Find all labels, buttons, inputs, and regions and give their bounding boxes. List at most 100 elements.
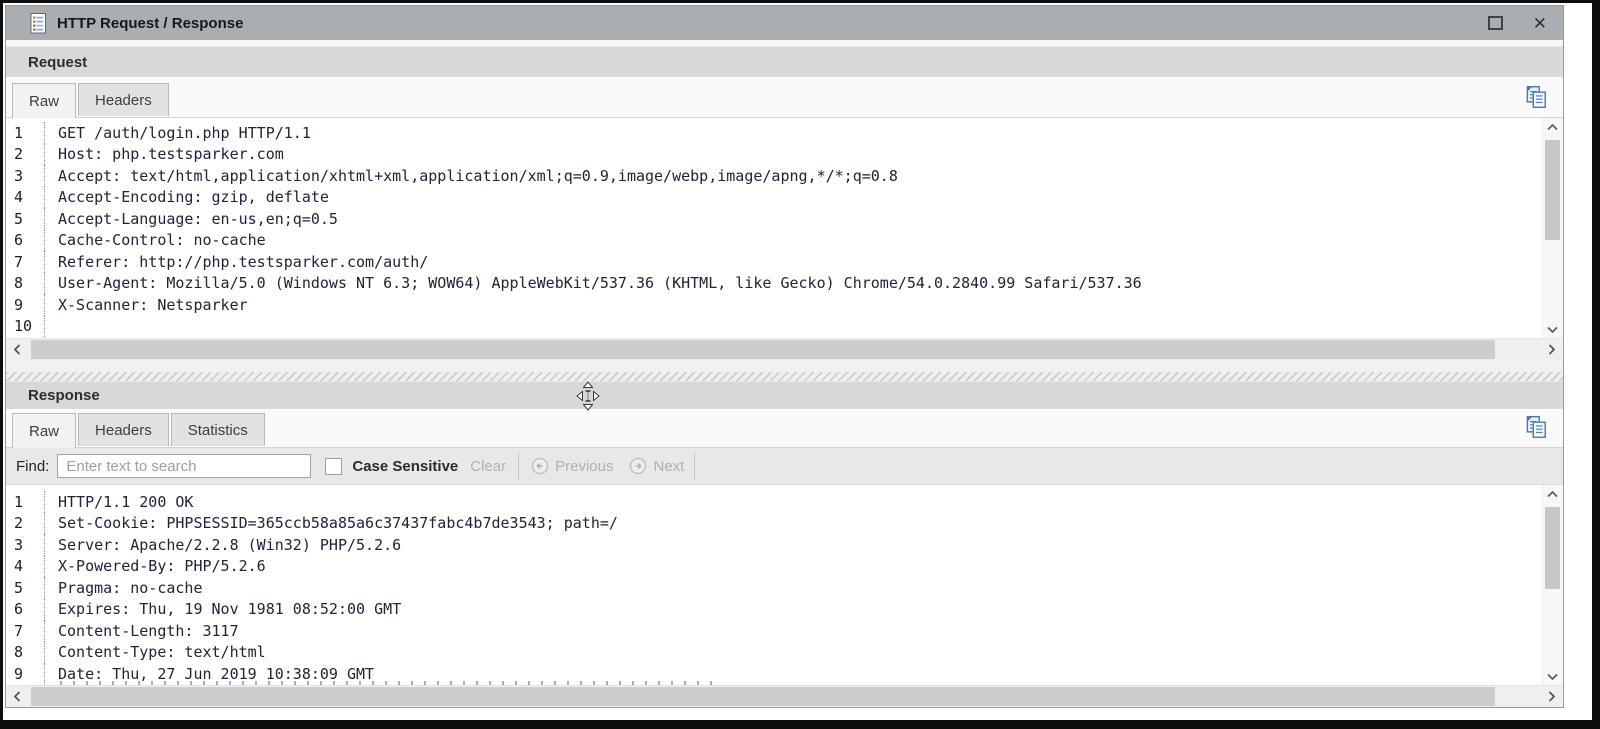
window-title: HTTP Request / Response xyxy=(57,14,244,32)
request-tabstrip: Raw Headers xyxy=(6,77,1563,118)
scroll-down-icon[interactable] xyxy=(1543,320,1562,338)
response-code-row: 2 Set-Cookie: PHPSESSID=365ccb58a85a6c37… xyxy=(6,512,1542,534)
response-horizontal-scrollbar[interactable] xyxy=(6,685,1563,707)
response-tab[interactable]: Statistics xyxy=(170,413,265,446)
response-raw-editor[interactable]: 1 HTTP/1.1 200 OK 2 Set-Cookie: PHPSESSI… xyxy=(6,485,1563,685)
line-number: 9 xyxy=(14,664,24,683)
code-text: HTTP/1.1 200 OK xyxy=(44,491,1542,513)
line-number: 6 xyxy=(14,231,24,250)
response-hscroll-thumb[interactable] xyxy=(31,687,1495,706)
request-vertical-scrollbar[interactable] xyxy=(1542,118,1562,338)
request-code-row: 1 GET /auth/login.php HTTP/1.1 xyxy=(6,122,1542,144)
request-tab[interactable]: Headers xyxy=(78,83,169,116)
code-text: X-Scanner: Netsparker xyxy=(44,294,1542,316)
request-tab[interactable]: Raw xyxy=(12,83,77,118)
scroll-right-icon[interactable] xyxy=(1540,686,1562,707)
request-horizontal-scrollbar[interactable] xyxy=(6,338,1563,360)
previous-button[interactable]: Previous xyxy=(531,457,613,475)
case-sensitive-checkbox[interactable] xyxy=(325,457,343,475)
request-section-label: Request xyxy=(28,53,88,71)
response-code-row: 6 Expires: Thu, 19 Nov 1981 08:52:00 GMT xyxy=(6,598,1542,620)
request-code-row: 6 Cache-Control: no-cache xyxy=(6,229,1542,251)
response-code-row: 3 Server: Apache/2.2.8 (Win32) PHP/5.2.6 xyxy=(6,534,1542,556)
code-text: X-Powered-By: PHP/5.2.6 xyxy=(44,555,1542,577)
request-code-row: 8 User-Agent: Mozilla/5.0 (Windows NT 6.… xyxy=(6,272,1542,294)
request-lines: 1 GET /auth/login.php HTTP/1.1 2 Host: p… xyxy=(6,122,1542,337)
next-circle-arrow-icon xyxy=(630,457,647,475)
line-number: 10 xyxy=(14,317,33,336)
find-label: Find: xyxy=(16,457,50,475)
line-number: 8 xyxy=(14,274,24,293)
code-text: Accept: text/html,application/xhtml+xml,… xyxy=(44,165,1542,187)
line-number: 9 xyxy=(14,295,24,314)
case-sensitive-label: Case Sensitive xyxy=(352,457,459,475)
scroll-up-icon[interactable] xyxy=(1543,118,1562,136)
code-text: Content-Length: 3117 xyxy=(44,620,1542,642)
code-text: Expires: Thu, 19 Nov 1981 08:52:00 GMT xyxy=(44,598,1542,620)
screenshot-frame: HTTP Request / Response ✕ Request Raw Hea… xyxy=(0,0,1600,729)
request-code-row: 2 Host: php.testsparker.com xyxy=(6,143,1542,165)
response-tab[interactable]: Headers xyxy=(78,413,169,446)
line-number: 5 xyxy=(14,578,24,597)
code-text: Cache-Control: no-cache xyxy=(44,229,1542,251)
code-text: Pragma: no-cache xyxy=(44,577,1542,599)
previous-circle-arrow-icon xyxy=(531,457,549,475)
find-bar: Find: Case Sensitive Clear Previous Next xyxy=(6,448,1563,485)
next-label: Next xyxy=(653,457,685,475)
response-code-row: 5 Pragma: no-cache xyxy=(6,577,1542,599)
line-number: 4 xyxy=(14,557,24,576)
request-code-row: 7 Referer: http://php.testsparker.com/au… xyxy=(6,251,1542,273)
response-section-label: Response xyxy=(28,387,100,404)
response-code-row: 8 Content-Type: text/html xyxy=(6,641,1542,663)
line-number: 4 xyxy=(14,188,24,207)
find-input[interactable] xyxy=(57,454,312,478)
scroll-down-icon[interactable] xyxy=(1543,667,1562,685)
code-text xyxy=(44,315,1542,337)
response-code-row: 7 Content-Length: 3117 xyxy=(6,620,1542,642)
line-number: 1 xyxy=(14,123,24,142)
response-tabstrip: Raw Headers Statistics xyxy=(6,409,1563,448)
scroll-left-icon[interactable] xyxy=(6,686,28,707)
code-text: Referer: http://php.testsparker.com/auth… xyxy=(44,251,1542,273)
response-code-row: 4 X-Powered-By: PHP/5.2.6 xyxy=(6,555,1542,577)
response-vertical-scrollbar[interactable] xyxy=(1542,485,1562,685)
close-button[interactable]: ✕ xyxy=(1533,15,1547,32)
next-button[interactable]: Next xyxy=(629,457,684,475)
findbar-separator xyxy=(694,452,696,480)
code-text: Accept-Encoding: gzip, deflate xyxy=(44,186,1542,208)
request-vscroll-thumb[interactable] xyxy=(1545,140,1560,240)
line-number: 5 xyxy=(14,209,24,228)
copy-request-button[interactable] xyxy=(1523,84,1549,110)
line-number: 7 xyxy=(14,621,24,640)
code-text: Content-Type: text/html xyxy=(44,641,1542,663)
clear-button[interactable]: Clear xyxy=(470,458,506,475)
code-text: Set-Cookie: PHPSESSID=365ccb58a85a6c3743… xyxy=(44,512,1542,534)
request-hscroll-thumb[interactable] xyxy=(31,340,1495,359)
code-text: Accept-Language: en-us,en;q=0.5 xyxy=(44,208,1542,230)
request-tabs: Raw Headers xyxy=(12,83,171,118)
response-tabs: Raw Headers Statistics xyxy=(12,413,267,448)
response-lines: 1 HTTP/1.1 200 OK 2 Set-Cookie: PHPSESSI… xyxy=(6,491,1542,685)
response-code-row: 1 HTTP/1.1 200 OK xyxy=(6,491,1542,513)
request-code-row: 5 Accept-Language: en-us,en;q=0.5 xyxy=(6,208,1542,230)
request-raw-editor[interactable]: 1 GET /auth/login.php HTTP/1.1 2 Host: p… xyxy=(6,118,1563,338)
scroll-right-icon[interactable] xyxy=(1540,339,1562,360)
scroll-left-icon[interactable] xyxy=(6,339,28,360)
response-tab[interactable]: Raw xyxy=(12,413,77,448)
line-number: 7 xyxy=(14,252,24,271)
line-number: 2 xyxy=(14,145,24,164)
panel-gap xyxy=(6,360,1563,372)
scroll-up-icon[interactable] xyxy=(1543,485,1562,503)
copy-response-button[interactable] xyxy=(1523,414,1549,440)
http-request-response-window: HTTP Request / Response ✕ Request Raw Hea… xyxy=(5,5,1564,708)
code-text: Host: php.testsparker.com xyxy=(44,143,1542,165)
response-vscroll-thumb[interactable] xyxy=(1545,507,1560,589)
maximize-button[interactable] xyxy=(1487,16,1503,30)
request-section-header: Request xyxy=(6,46,1563,77)
line-number: 1 xyxy=(14,492,24,511)
code-text: Server: Apache/2.2.8 (Win32) PHP/5.2.6 xyxy=(44,534,1542,556)
request-code-row: 3 Accept: text/html,application/xhtml+xm… xyxy=(6,165,1542,187)
line-number: 8 xyxy=(14,643,24,662)
line-number: 3 xyxy=(14,166,24,185)
panel-splitter-handle[interactable] xyxy=(6,372,1563,381)
